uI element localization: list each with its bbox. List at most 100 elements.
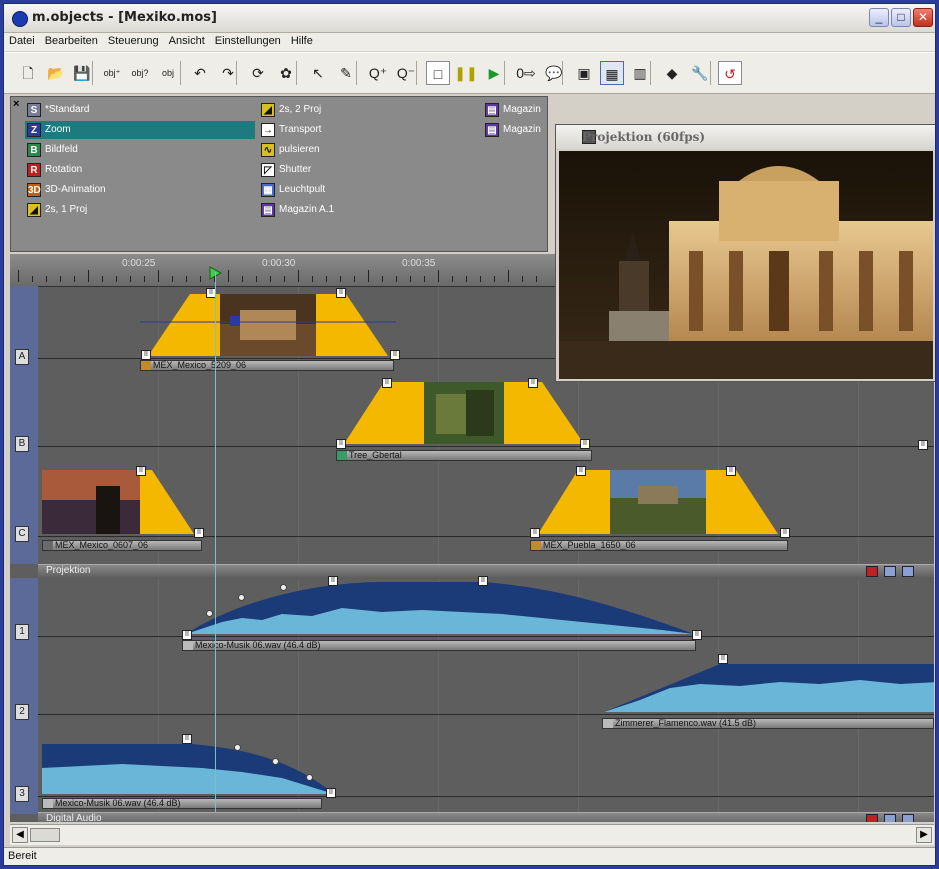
keyframe-marker[interactable]: II [328,576,338,586]
minimize-button[interactable]: _ [869,8,889,27]
clip-bar[interactable]: MEX_Mexico_5209_06 [140,360,394,371]
keyframe-marker[interactable]: II [141,350,151,360]
object-item-zoom[interactable]: Z Zoom [25,121,255,139]
audio-clip-bar[interactable]: Mexico-Musik 06.wav (46.4 dB) [182,640,696,651]
keyframe-marker[interactable]: II [382,378,392,388]
open-icon[interactable]: 📂 [44,61,68,85]
obj-info-icon[interactable]: obj? [128,61,152,85]
keyframe-marker[interactable]: II [780,528,790,538]
audio-waveform[interactable] [182,578,702,638]
wrench-icon[interactable]: 🔧 [688,61,712,85]
keyframe-marker[interactable]: II [528,378,538,388]
pause-icon[interactable]: ❚❚ [454,61,478,85]
track-label-c[interactable]: C [15,526,29,542]
track-label-2[interactable]: 2 [15,704,29,720]
close-palette-icon[interactable]: × [13,98,19,110]
maximize-button[interactable]: □ [891,8,911,27]
menu-einstellungen[interactable]: Einstellungen [210,33,286,49]
projection-icon[interactable]: ▣ [572,61,596,85]
keyframe-marker[interactable]: II [390,350,400,360]
new-icon[interactable]: 🗋 [16,61,40,85]
effect-icon[interactable]: ✿ [274,61,298,85]
object-item-magazine[interactable]: ▤ Magazin A.1 [259,201,489,219]
track-label-b[interactable]: B [15,436,29,452]
object-item-3d[interactable]: 3D 3D-Animation [25,181,255,199]
audio-section-bar[interactable]: Digital Audio [38,812,934,822]
keyframe-marker[interactable]: II [530,528,540,538]
menu-hilfe[interactable]: Hilfe [286,33,318,49]
clip-bar[interactable]: MEX_Puebla_1650_06 [530,540,788,551]
scroll-left-icon[interactable]: ◀ [12,827,28,843]
collapse-icon[interactable] [884,566,896,577]
clip-bar[interactable]: MEX_Mexico_0607_06 [42,540,202,551]
keyframe-marker[interactable]: II [692,630,702,640]
object-item-rotation[interactable]: R Rotation [25,161,255,179]
redo-icon[interactable]: ↷ [216,61,240,85]
volume-point[interactable] [238,594,245,601]
clip-bar[interactable]: Tree_Gbertal [336,450,592,461]
menu-steuerung[interactable]: Steuerung [103,33,164,49]
audio-clip-bar[interactable]: Zimmerer_Flamenco.wav (41.5 dB) [602,718,934,729]
projection-title-bar[interactable]: Projektion (60fps) _□✕ [556,125,935,149]
volume-point[interactable] [306,774,313,781]
keyframe-marker[interactable]: II [336,439,346,449]
scroll-thumb[interactable] [30,828,60,842]
record-icon[interactable] [866,566,878,577]
audio-waveform[interactable] [42,738,342,798]
keyframe-marker[interactable]: II [182,734,192,744]
position-icon[interactable]: 0⇨ [514,61,538,85]
audio-waveform[interactable] [600,658,934,716]
fade-envelope[interactable] [336,380,596,448]
scroll-right-icon[interactable]: ▶ [916,827,932,843]
record-icon[interactable] [866,814,878,822]
loop-icon[interactable]: ↺ [718,61,742,85]
keyframe-marker[interactable]: II [726,466,736,476]
audio-clip-bar[interactable]: Mexico-Musik 06.wav (46.4 dB) [42,798,322,809]
objects-icon[interactable]: ◆ [660,61,684,85]
keyframe-marker[interactable]: II [478,576,488,586]
horizontal-scrollbar[interactable]: ◀ ▶ [10,824,934,845]
track-label-1[interactable]: 1 [15,624,29,640]
keyframe-marker[interactable]: II [326,788,336,798]
save-icon[interactable]: 💾 [70,61,94,85]
menu-bearbeiten[interactable]: Bearbeiten [40,33,103,49]
zoom-in-icon[interactable]: Q⁺ [366,61,390,85]
volume-point[interactable] [206,610,213,617]
fade-envelope[interactable] [530,468,790,536]
object-item-fade[interactable]: ◢ 2s, 1 Proj [25,201,255,219]
pen-icon[interactable]: ✎ [334,61,358,85]
play-icon[interactable]: ▶ [482,61,506,85]
object-item-bildfeld[interactable]: B Bildfeld [25,141,255,159]
undo-icon[interactable]: ↶ [188,61,212,85]
obj-add-icon[interactable]: obj⁺ [100,61,124,85]
stop-icon[interactable]: □ [426,61,450,85]
volume-point[interactable] [280,584,287,591]
object-item-shutter[interactable]: ◸ Shutter [259,161,489,179]
object-item-fade2[interactable]: ◢ 2s, 2 Proj [259,101,489,119]
tooltip-icon[interactable]: 💬 [542,61,566,85]
fade-envelope[interactable] [42,468,202,536]
volume-point[interactable] [272,758,279,765]
object-item-std[interactable]: S *Standard [25,101,255,119]
keyframe-marker[interactable]: II [580,439,590,449]
object-item-magazine[interactable]: ▤ Magazin [483,121,547,139]
object-item-lightbox[interactable]: ▦ Leuchtpult [259,181,489,199]
object-item-pulse[interactable]: ∿ pulsieren [259,141,489,159]
keyframe-marker[interactable]: II [918,440,928,450]
expand-icon[interactable] [902,814,914,822]
keyframe-marker[interactable]: II [182,630,192,640]
keyframe-marker[interactable]: II [576,466,586,476]
object-item-magazine[interactable]: ▤ Magazin [483,101,547,119]
keyframe-marker[interactable]: II [194,528,204,538]
volume-point[interactable] [234,744,241,751]
expand-icon[interactable] [902,566,914,577]
rotate-icon[interactable]: ⟳ [246,61,270,85]
keyframe-marker[interactable]: II [336,288,346,298]
keyframe-marker[interactable]: II [136,466,146,476]
title-bar[interactable]: m.objects - [Mexiko.mos] _ □ ✕ [4,4,935,33]
projection-window[interactable]: Projektion (60fps) _□✕ [555,124,935,382]
menu-datei[interactable]: Datei [4,33,40,49]
fade-envelope[interactable] [140,290,400,360]
magazine-icon[interactable]: ▥ [628,61,652,85]
menu-ansicht[interactable]: Ansicht [164,33,210,49]
